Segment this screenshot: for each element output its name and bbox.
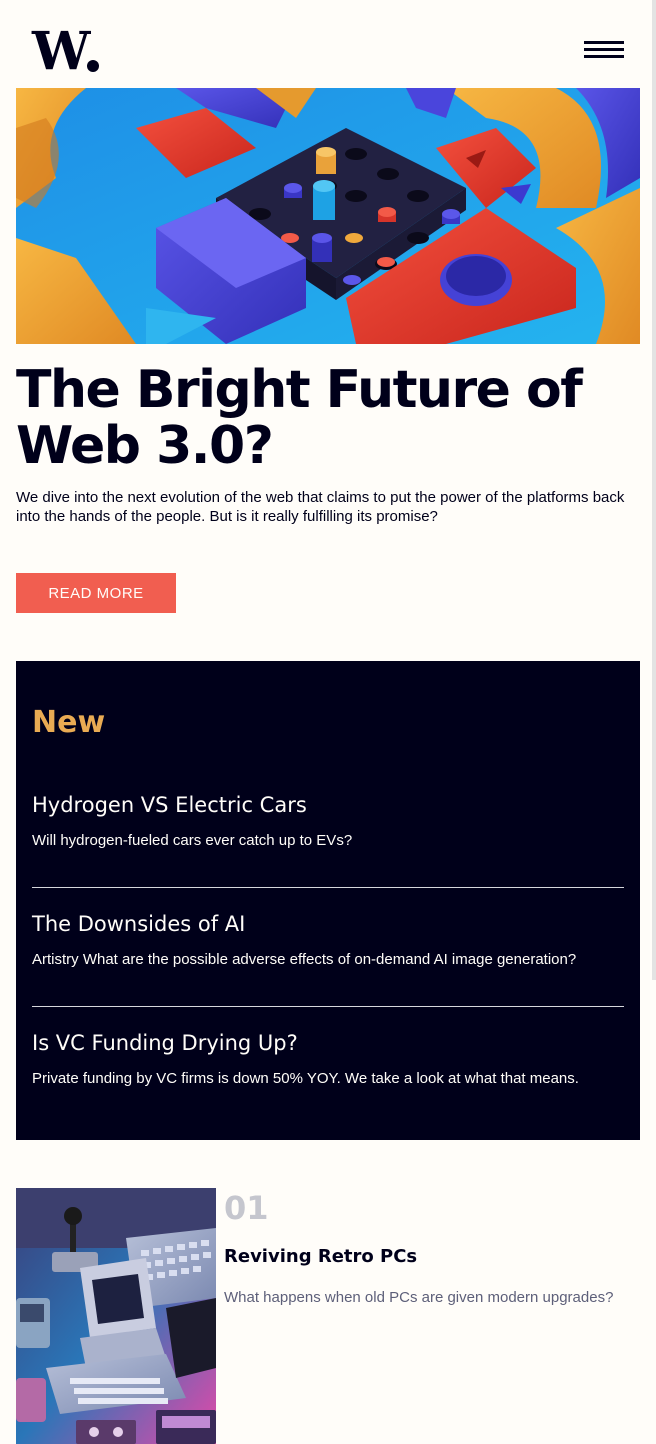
hero-image	[16, 88, 640, 344]
news-item-description: Artistry What are the possible adverse e…	[32, 951, 577, 968]
hero-description: We dive into the next evolution of the w…	[16, 489, 625, 525]
news-item-title[interactable]: Hydrogen VS Electric Cars	[32, 791, 624, 819]
article-title[interactable]: Reviving Retro PCs	[224, 1244, 417, 1270]
retro-pc-image	[16, 1188, 216, 1444]
news-item-title[interactable]: Is VC Funding Drying Up?	[32, 1029, 624, 1057]
menu-line	[584, 41, 624, 44]
page: W The Bright Future of Web 3.0? We dive …	[0, 0, 656, 1444]
menu-line	[584, 48, 624, 51]
logo-letter: W	[32, 21, 90, 82]
read-more-button[interactable]: Read more	[16, 573, 176, 613]
news-item[interactable]: The Downsides of AI Artistry What are th…	[32, 910, 624, 968]
news-item-description: Will hydrogen-fueled cars ever catch up …	[32, 832, 353, 849]
menu-line	[584, 55, 624, 58]
divider	[32, 887, 624, 888]
hero-title: The Bright Future of Web 3.0?	[16, 360, 583, 476]
site-logo[interactable]: W	[32, 21, 100, 82]
new-articles-panel: New Hydrogen VS Electric Cars Will hydro…	[16, 661, 640, 1140]
logo-dot	[87, 60, 100, 72]
news-item[interactable]: Is VC Funding Drying Up? Private funding…	[32, 1029, 624, 1087]
scrollbar[interactable]	[652, 0, 656, 980]
news-item[interactable]: Hydrogen VS Electric Cars Will hydrogen-…	[32, 791, 624, 849]
article-number: 01	[224, 1189, 269, 1227]
new-section-heading: New	[32, 705, 106, 740]
divider	[32, 1006, 624, 1007]
news-item-title[interactable]: The Downsides of AI	[32, 910, 624, 938]
hamburger-menu-icon[interactable]	[584, 41, 624, 59]
news-item-description: Private funding by VC firms is down 50% …	[32, 1070, 579, 1087]
article-description: What happens when old PCs are given mode…	[224, 1289, 614, 1306]
